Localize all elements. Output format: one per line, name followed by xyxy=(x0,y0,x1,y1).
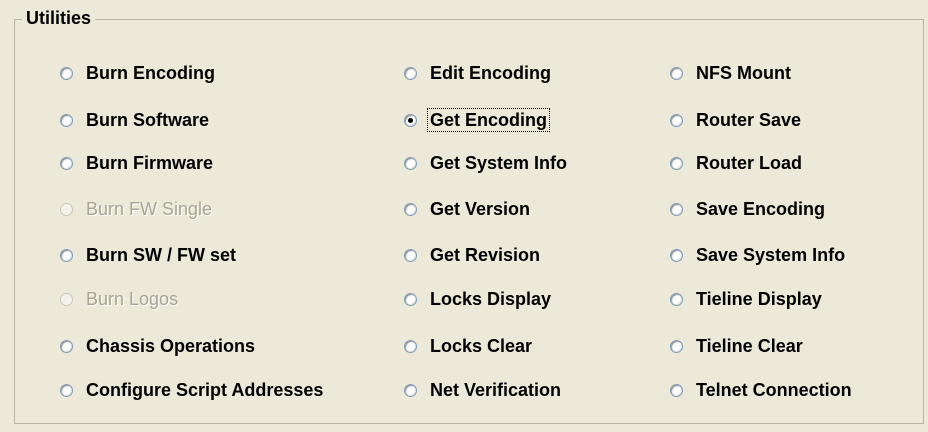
radio-label: Burn SW / FW set xyxy=(86,245,236,265)
radio-burn-firmware[interactable]: Burn Firmware xyxy=(60,150,215,176)
radio-unchecked-icon[interactable] xyxy=(670,248,683,262)
radio-label: Burn Encoding xyxy=(86,63,215,83)
radio-telnet-connection[interactable]: Telnet Connection xyxy=(670,377,854,403)
radio-unchecked-icon[interactable] xyxy=(60,156,73,170)
radio-burn-fw-single: Burn FW Single xyxy=(60,196,214,222)
radio-label: Configure Script Addresses xyxy=(86,380,324,400)
radio-get-version[interactable]: Get Version xyxy=(404,196,532,222)
radio-unchecked-icon[interactable] xyxy=(60,66,73,80)
radio-get-system-info[interactable]: Get System Info xyxy=(404,150,569,176)
radio-locks-clear[interactable]: Locks Clear xyxy=(404,333,534,359)
radio-burn-sw-fw-set[interactable]: Burn SW / FW set xyxy=(60,242,238,268)
radio-label: Save Encoding xyxy=(696,199,826,219)
radio-router-load[interactable]: Router Load xyxy=(670,150,804,176)
radio-configure-script-addresses[interactable]: Configure Script Addresses xyxy=(60,377,325,403)
radio-nfs-mount[interactable]: NFS Mount xyxy=(670,60,793,86)
radio-unchecked-icon[interactable] xyxy=(404,248,417,262)
radio-unchecked-icon[interactable] xyxy=(670,202,683,216)
radio-label: Tieline Clear xyxy=(696,336,803,356)
radio-unchecked-icon[interactable] xyxy=(670,383,683,397)
radio-label: Burn Software xyxy=(86,110,210,130)
radio-unchecked-icon[interactable] xyxy=(60,339,73,353)
radio-unchecked-icon[interactable] xyxy=(404,156,417,170)
radio-locks-display[interactable]: Locks Display xyxy=(404,286,553,312)
radio-checked-icon[interactable] xyxy=(404,113,417,127)
radio-router-save[interactable]: Router Save xyxy=(670,107,803,133)
radio-label: Burn Firmware xyxy=(86,153,214,173)
radio-label: Get System Info xyxy=(430,153,568,173)
radio-unchecked-icon[interactable] xyxy=(404,202,417,216)
radio-label: Edit Encoding xyxy=(430,63,551,83)
radio-label: Telnet Connection xyxy=(696,380,852,400)
groupbox-title: Utilities xyxy=(22,6,96,30)
radio-label: NFS Mount xyxy=(696,63,791,83)
radio-tieline-clear[interactable]: Tieline Clear xyxy=(670,333,805,359)
radio-get-revision[interactable]: Get Revision xyxy=(404,242,542,268)
radio-unchecked-icon[interactable] xyxy=(670,113,683,127)
radio-label: Get Revision xyxy=(430,245,541,265)
radio-label: Get Version xyxy=(430,199,531,219)
radio-edit-encoding[interactable]: Edit Encoding xyxy=(404,60,553,86)
radio-unchecked-icon[interactable] xyxy=(60,248,73,262)
radio-unchecked-icon[interactable] xyxy=(60,113,73,127)
radio-label: Router Load xyxy=(696,153,802,173)
radio-unchecked-icon[interactable] xyxy=(404,339,417,353)
radio-unchecked-icon[interactable] xyxy=(670,339,683,353)
radio-burn-software[interactable]: Burn Software xyxy=(60,107,211,133)
radio-save-system-info[interactable]: Save System Info xyxy=(670,242,847,268)
radio-unchecked-icon[interactable] xyxy=(404,292,417,306)
radio-save-encoding[interactable]: Save Encoding xyxy=(670,196,827,222)
radio-unchecked-icon[interactable] xyxy=(670,66,683,80)
radio-label: Burn FW Single xyxy=(86,199,213,219)
radio-burn-logos: Burn Logos xyxy=(60,286,180,312)
radio-net-verification[interactable]: Net Verification xyxy=(404,377,563,403)
radio-label: Tieline Display xyxy=(696,289,822,309)
radio-unchecked-icon[interactable] xyxy=(670,156,683,170)
radio-label: Locks Clear xyxy=(430,336,533,356)
radio-label: Net Verification xyxy=(430,380,562,400)
radio-unchecked-icon[interactable] xyxy=(670,292,683,306)
radio-label: Save System Info xyxy=(696,245,846,265)
radio-chassis-operations[interactable]: Chassis Operations xyxy=(60,333,257,359)
radio-label: Burn Logos xyxy=(86,289,179,309)
radio-dot-icon xyxy=(408,117,413,123)
radio-unchecked-icon[interactable] xyxy=(404,383,417,397)
radio-get-encoding[interactable]: Get Encoding xyxy=(404,107,550,133)
radio-tieline-display[interactable]: Tieline Display xyxy=(670,286,824,312)
radio-unchecked-icon xyxy=(60,292,73,306)
radio-unchecked-icon xyxy=(60,202,73,216)
radio-label: Get Encoding xyxy=(427,108,550,132)
radio-label: Locks Display xyxy=(430,289,552,309)
radio-label: Router Save xyxy=(696,110,802,130)
radio-unchecked-icon[interactable] xyxy=(404,66,417,80)
radio-label: Chassis Operations xyxy=(86,336,256,356)
radio-burn-encoding[interactable]: Burn Encoding xyxy=(60,60,217,86)
radio-unchecked-icon[interactable] xyxy=(60,383,73,397)
